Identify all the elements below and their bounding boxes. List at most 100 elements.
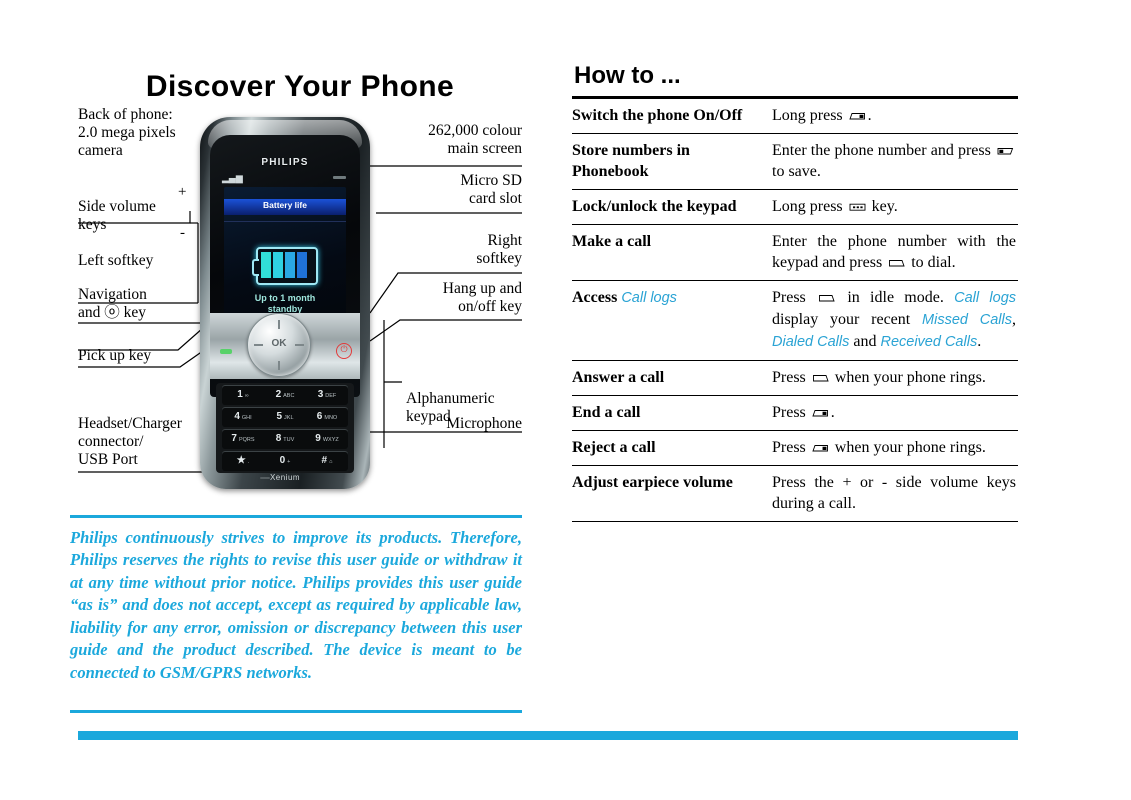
keypad-row: 1 ∞ 2 ABC 3 DEF <box>222 385 348 405</box>
key-3: 3 DEF <box>317 389 337 400</box>
table-row: Make a call Enter the phone number with t… <box>572 224 1018 281</box>
volume-plus-label: + <box>178 184 187 200</box>
callout-micro-sd-card-slot: Micro SD card slot <box>460 172 522 207</box>
legal-disclaimer-text: Philips continuously strives to improve … <box>70 527 522 682</box>
hangup-key-icon <box>812 408 829 418</box>
how-to-instruction-access-call-logs: Press in idle mode. Call logs display yo… <box>772 280 1018 361</box>
text-run: Press the + or - side volume keys during… <box>772 474 1016 512</box>
text-run: Enter the phone number and press <box>772 142 995 159</box>
star-key-icon <box>849 202 866 212</box>
how-to-task-switch-on-off: Switch the phone On/Off <box>572 99 772 134</box>
key-6: 6 MNO <box>316 411 338 422</box>
xenium-logo: Xenium <box>269 473 301 482</box>
table-row: Answer a call Press when your phone rings… <box>572 360 1018 396</box>
how-to-task-access-call-logs: Access Call logs <box>572 280 772 361</box>
menu-term: Missed Calls <box>922 312 1012 328</box>
text-run: Long press <box>772 198 847 215</box>
how-to-title: How to ... <box>574 62 681 89</box>
text-run: , <box>1012 311 1016 328</box>
key-0: 0 + <box>279 455 291 466</box>
menu-term: Dialed Calls <box>772 334 850 350</box>
standby-text: Up to 1 month standby <box>254 293 316 314</box>
callout-pick-up-key: Pick up key <box>78 347 152 364</box>
pickup-key-icon <box>818 293 835 303</box>
callout-left-softkey: Left softkey <box>78 252 154 269</box>
footer-accent-bar <box>78 731 1018 740</box>
how-to-instruction-answer-a-call: Press when your phone rings. <box>772 360 1018 396</box>
text-run: when your phone rings. <box>830 439 986 456</box>
menu-term: Call logs <box>954 290 1017 306</box>
page-title: Discover Your Phone <box>145 70 455 103</box>
pickup-key-icon <box>888 258 905 268</box>
how-to-task-adjust-earpiece-volume: Adjust earpiece volume <box>572 465 772 522</box>
page-root: Discover Your Phone PHILIPS ▂▄▆ Battery … <box>0 0 1131 800</box>
right-softkey-icon <box>997 146 1014 156</box>
hangup-key-icon <box>812 443 829 453</box>
key-hash: # ⌂ <box>321 455 333 466</box>
discover-your-phone-section: Discover Your Phone PHILIPS ▂▄▆ Battery … <box>70 60 530 720</box>
how-to-instruction-make-a-call: Enter the phone number with the keypad a… <box>772 224 1018 281</box>
nav-up-icon <box>278 320 280 329</box>
volume-minus-label: - <box>180 225 185 241</box>
hang-up-key-indicator: ⏻ <box>336 343 352 359</box>
how-to-instruction-switch-on-off: Long press . <box>772 99 1018 134</box>
table-row: Lock/unlock the keypad Long press key. <box>572 189 1018 225</box>
table-row: Switch the phone On/Off Long press . <box>572 99 1018 134</box>
legal-disclaimer-block: Philips continuously strives to improve … <box>70 515 522 684</box>
text-run: . <box>830 404 835 421</box>
hangup-key-icon <box>849 111 866 121</box>
table-row: Adjust earpiece volume Press the + or - s… <box>572 465 1018 522</box>
pickup-key-icon <box>812 373 829 383</box>
key-8: 8 TUV <box>275 433 295 444</box>
text-run: to save. <box>772 163 821 180</box>
key-9: 9 WXYZ <box>315 433 339 444</box>
key-5: 5 JKL <box>276 411 294 422</box>
how-to-task-lock-unlock-keypad: Lock/unlock the keypad <box>572 189 772 225</box>
callout-back-of-phone-camera: Back of phone: 2.0 mega pixels camera <box>78 106 176 159</box>
how-to-task-end-a-call: End a call <box>572 395 772 431</box>
text-run: key. <box>867 198 898 215</box>
callout-microphone: Microphone <box>446 415 522 432</box>
how-to-task-store-numbers: Store numbers in Phonebook <box>572 133 772 190</box>
callout-headset-charger-usb: Headset/Charger connector/ USB Port <box>78 415 182 468</box>
text-run: display your recent <box>772 311 923 328</box>
ok-key-label: OK <box>271 338 287 349</box>
text-run: Press <box>772 404 810 421</box>
callout-hang-up-on-off-key: Hang up and on/off key <box>442 280 522 315</box>
how-to-task-make-a-call: Make a call <box>572 224 772 281</box>
how-to-instruction-lock-unlock-keypad: Long press key. <box>772 189 1018 225</box>
table-row: End a call Press . <box>572 395 1018 431</box>
philips-logo: PHILIPS <box>261 157 309 168</box>
key-1: 1 ∞ <box>237 389 249 400</box>
how-to-instruction-store-numbers: Enter the phone number and press to save… <box>772 133 1018 190</box>
how-to-instruction-end-a-call: Press . <box>772 395 1018 431</box>
text-run: Long press <box>772 107 847 124</box>
text-run: when your phone rings. <box>830 369 986 386</box>
battery-icon <box>252 247 318 285</box>
text-run: to dial. <box>907 254 956 271</box>
how-to-section: How to ... Switch the phone On/Off Long p… <box>572 62 1018 522</box>
text-run: Press <box>772 369 810 386</box>
text-run: and <box>849 333 881 350</box>
table-row: Store numbers in Phonebook Enter the phon… <box>572 133 1018 190</box>
text-run: . <box>867 107 872 124</box>
menu-term: Received Calls <box>880 334 978 350</box>
how-to-instruction-adjust-earpiece-volume: Press the + or - side volume keys during… <box>772 465 1018 522</box>
text-run: Press <box>772 439 810 456</box>
table-row: Reject a call Press when your phone rings… <box>572 430 1018 466</box>
text-run: in idle mode. <box>837 289 955 306</box>
text-run: Press <box>772 289 817 306</box>
callout-right-softkey: Right softkey <box>476 232 522 267</box>
key-2: 2 ABC <box>275 389 295 400</box>
how-to-task-answer-a-call: Answer a call <box>572 360 772 396</box>
how-to-instruction-reject-a-call: Press when your phone rings. <box>772 430 1018 466</box>
legal-rule-bottom <box>70 710 522 713</box>
nav-down-icon <box>278 361 280 370</box>
navigation-wheel: OK <box>247 313 311 377</box>
callout-main-screen: 262,000 colour main screen <box>428 122 522 157</box>
screen-title-text: Battery life <box>263 200 307 210</box>
text-run: . <box>977 333 982 350</box>
legal-rule-top <box>70 515 522 518</box>
how-to-table: Switch the phone On/Off Long press . Store… <box>572 99 1018 522</box>
table-row: Access Call logs Press in idle mode. Call… <box>572 280 1018 361</box>
